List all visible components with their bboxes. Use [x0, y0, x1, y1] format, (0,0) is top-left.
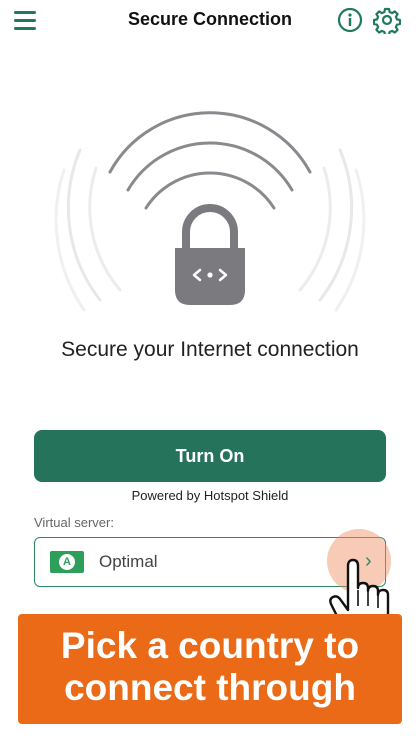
flag-letter: A — [59, 554, 75, 570]
virtual-server-label: Virtual server: — [34, 515, 114, 530]
instruction-banner: Pick a country to connect through — [18, 614, 402, 724]
banner-line-1: Pick a country to — [60, 625, 360, 666]
optimal-flag-icon: A — [50, 551, 84, 573]
lock-with-signal-waves-icon — [54, 111, 366, 312]
banner-line-2: connect through — [64, 667, 356, 708]
top-bar: Secure Connection — [0, 0, 420, 40]
turn-on-button[interactable]: Turn On — [34, 430, 386, 482]
gear-icon[interactable] — [373, 6, 401, 34]
info-icon[interactable] — [337, 7, 363, 33]
powered-by-text: Powered by Hotspot Shield — [131, 488, 289, 503]
tagline: Secure your Internet connection — [61, 338, 359, 361]
selected-server: Optimal — [99, 552, 158, 571]
